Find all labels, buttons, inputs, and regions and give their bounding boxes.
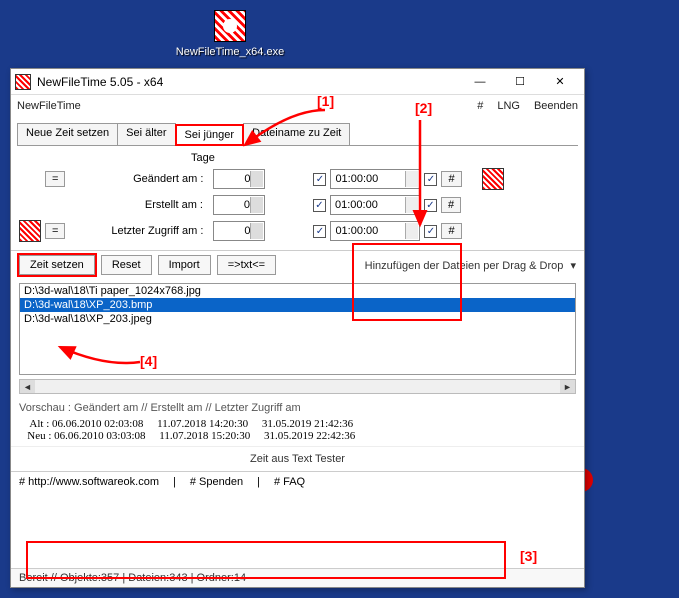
app-window: NewFileTime 5.05 - x64 — ☐ ✕ NewFileTime… — [10, 68, 585, 588]
tab-be-younger[interactable]: Sei jünger — [175, 124, 245, 146]
list-item[interactable]: D:\3d-wal\18\XP_203.bmp — [20, 298, 575, 312]
menu-lng[interactable]: LNG — [497, 100, 520, 112]
tab-filename-to-time[interactable]: Dateiname zu Zeit — [243, 123, 350, 145]
hint-caret-icon[interactable]: ▾ — [570, 260, 576, 272]
horizontal-scrollbar[interactable]: ◄ ► — [19, 379, 576, 394]
hint-text: Hinzufügen der Dateien per Drag & Drop — [365, 260, 564, 272]
list-item[interactable]: D:\3d-wal\18\Ti paper_1024x768.jpg — [20, 284, 575, 298]
minimize-button[interactable]: — — [460, 70, 500, 94]
status-bar: Bereit // Objekte:357 | Dateien:343 | Or… — [11, 568, 584, 587]
hash-btn-1[interactable]: # — [441, 171, 461, 187]
row-created: Erstellt am : 0 ✓ 01:00:00 ✓ # — [19, 192, 576, 218]
check-accessed-right[interactable]: ✓ — [424, 225, 437, 238]
menu-app[interactable]: NewFileTime — [17, 100, 81, 112]
days-created[interactable]: 0 — [213, 195, 265, 215]
preview-pane: Vorschau : Geändert am // Erstellt am //… — [11, 398, 584, 446]
tool-icon-2[interactable] — [19, 220, 41, 242]
txt-button[interactable]: =>txt<= — [217, 255, 276, 275]
tab-strip: Neue Zeit setzen Sei älter Sei jünger Da… — [17, 123, 578, 146]
check-modified-right[interactable]: ✓ — [424, 173, 437, 186]
reset-button[interactable]: Reset — [101, 255, 152, 275]
footer-link-donate[interactable]: # Spenden — [190, 476, 243, 488]
time-accessed[interactable]: 01:00:00 — [330, 221, 420, 241]
tab-be-older[interactable]: Sei älter — [117, 123, 175, 145]
tool-icon-1[interactable] — [482, 168, 504, 190]
hash-btn-2[interactable]: # — [441, 197, 461, 213]
label-modified: Geändert am : — [69, 173, 209, 185]
days-header: Tage — [191, 152, 576, 164]
hash-btn-3[interactable]: # — [441, 223, 461, 239]
row-accessed: = Letzter Zugriff am : 0 ✓ 01:00:00 ✓ # — [19, 218, 576, 244]
check-created-right[interactable]: ✓ — [424, 199, 437, 212]
footer-link-faq[interactable]: # FAQ — [274, 476, 305, 488]
menu-hash[interactable]: # — [477, 100, 483, 112]
time-created[interactable]: 01:00:00 — [330, 195, 420, 215]
footer-link-site[interactable]: # http://www.softwareok.com — [19, 476, 159, 488]
window-title: NewFileTime 5.05 - x64 — [37, 75, 460, 89]
footer-links: # http://www.softwareok.com | # Spenden … — [11, 471, 584, 492]
days-accessed[interactable]: 0 — [213, 221, 265, 241]
time-modified[interactable]: 01:00:00 — [330, 169, 420, 189]
eq-button-2[interactable]: = — [45, 223, 65, 239]
desktop-shortcut[interactable]: NewFileTime_x64.exe — [175, 10, 285, 58]
eq-button-1[interactable]: = — [45, 171, 65, 187]
check-created-left[interactable]: ✓ — [313, 199, 326, 212]
set-time-button[interactable]: Zeit setzen — [19, 255, 95, 275]
import-button[interactable]: Import — [158, 255, 211, 275]
titlebar[interactable]: NewFileTime 5.05 - x64 — ☐ ✕ — [11, 69, 584, 95]
list-item[interactable]: D:\3d-wal\18\XP_203.jpeg — [20, 312, 575, 326]
row-modified: = Geändert am : 0 ✓ 01:00:00 ✓ # — [19, 166, 576, 192]
preview-header: Vorschau : Geändert am // Erstellt am //… — [19, 402, 576, 414]
preview-old-line: Alt : 06.06.2010 02:03:08 11.07.2018 14:… — [19, 418, 576, 430]
label-accessed: Letzter Zugriff am : — [69, 225, 209, 237]
maximize-button[interactable]: ☐ — [500, 70, 540, 94]
menubar: NewFileTime # LNG Beenden — [11, 95, 584, 117]
file-list[interactable]: D:\3d-wal\18\Ti paper_1024x768.jpg D:\3d… — [19, 283, 576, 375]
desktop-shortcut-label: NewFileTime_x64.exe — [175, 46, 285, 58]
days-modified[interactable]: 0 — [213, 169, 265, 189]
close-button[interactable]: ✕ — [540, 70, 580, 94]
app-icon — [214, 10, 246, 42]
scroll-left-icon[interactable]: ◄ — [20, 380, 35, 393]
label-created: Erstellt am : — [69, 199, 209, 211]
action-toolbar: Zeit setzen Reset Import =>txt<= Hinzufü… — [11, 250, 584, 279]
check-modified-left[interactable]: ✓ — [313, 173, 326, 186]
tab-set-new-time[interactable]: Neue Zeit setzen — [17, 123, 118, 145]
titlebar-icon — [15, 74, 31, 90]
menu-quit[interactable]: Beenden — [534, 100, 578, 112]
drag-drop-hint: Hinzufügen der Dateien per Drag & Drop ▾ — [365, 259, 576, 272]
scroll-right-icon[interactable]: ► — [560, 380, 575, 393]
preview-new-line: Neu : 06.06.2010 03:03:08 11.07.2018 15:… — [19, 430, 576, 442]
time-adjust-panel: Tage = Geändert am : 0 ✓ 01:00:00 ✓ # Er… — [11, 146, 584, 250]
check-accessed-left[interactable]: ✓ — [313, 225, 326, 238]
text-tester-link[interactable]: Zeit aus Text Tester — [11, 446, 584, 471]
